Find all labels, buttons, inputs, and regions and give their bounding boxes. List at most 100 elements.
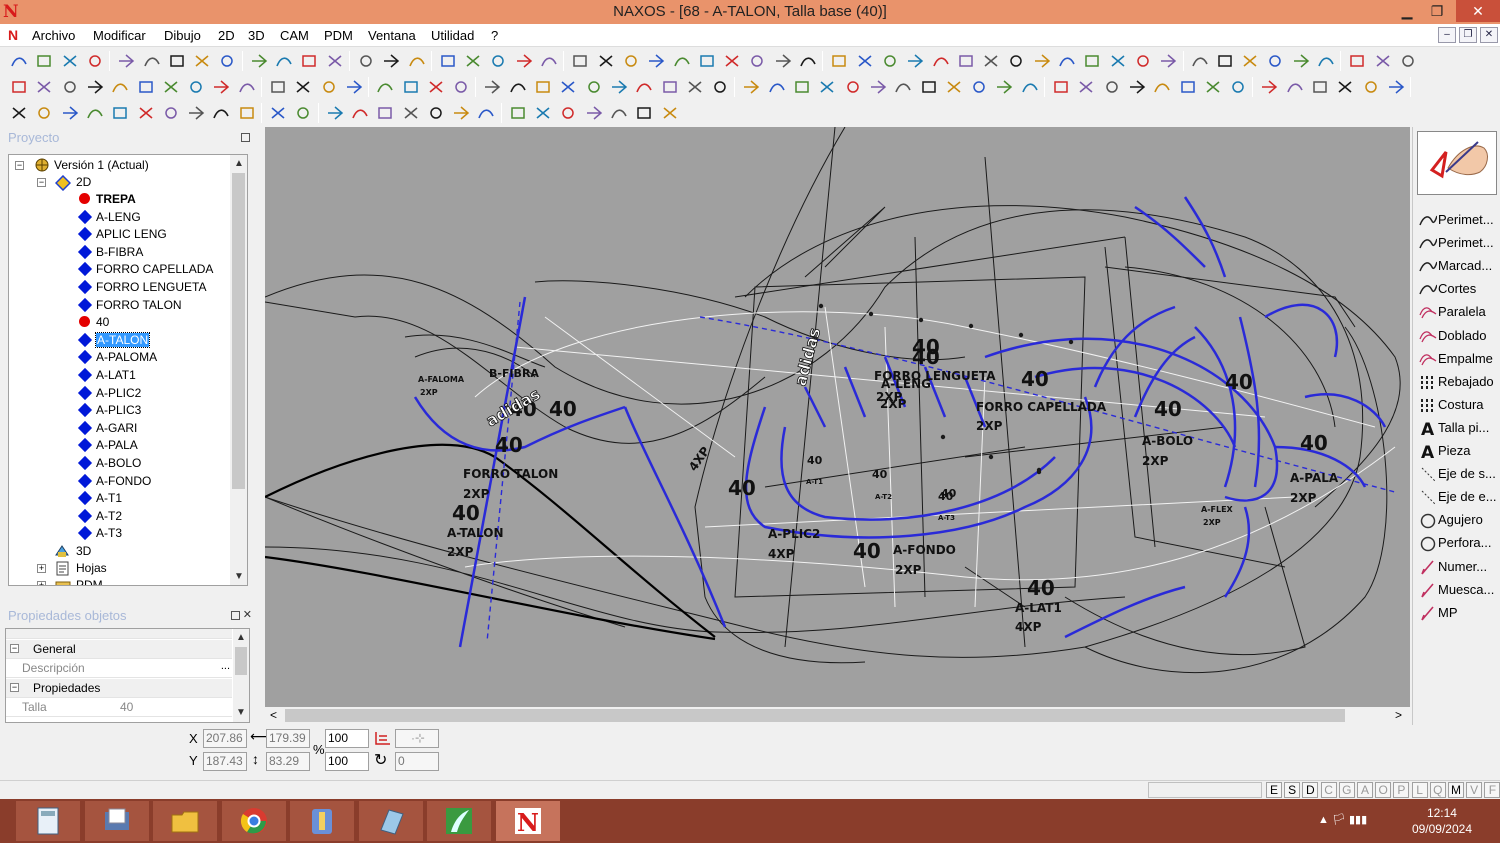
toolbar-tool-icon[interactable] — [86, 79, 104, 95]
toolbar-tool-icon[interactable] — [439, 53, 457, 69]
toolbar-tool-icon[interactable] — [294, 79, 312, 95]
toolbar-tool-icon[interactable] — [351, 105, 369, 121]
scale-y-field[interactable]: 100 — [325, 752, 369, 771]
toolbar-tool-icon[interactable] — [250, 53, 268, 69]
status-key-d[interactable]: D — [1302, 782, 1319, 798]
toolbar-tool-icon[interactable] — [10, 105, 28, 121]
tool-eje-de-s[interactable]: Eje de s... — [1417, 463, 1500, 485]
scroll-down-icon[interactable]: ▼ — [234, 571, 244, 582]
toolbar-tool-icon[interactable] — [1052, 79, 1070, 95]
toolbar-tool-icon[interactable] — [1191, 53, 1209, 69]
toolbar-tool-icon[interactable] — [218, 53, 236, 69]
toolbar-tool-icon[interactable] — [326, 105, 344, 121]
toolbar-tool-icon[interactable] — [269, 79, 287, 95]
toolbar-tool-icon[interactable] — [647, 53, 665, 69]
menu-modificar[interactable]: Modificar — [93, 28, 146, 43]
move-icon[interactable]: ·⊹ — [395, 729, 439, 748]
tool-muesca[interactable]: Muesca... — [1417, 579, 1500, 601]
collapse-icon[interactable]: − — [10, 644, 19, 653]
toolbar-tool-icon[interactable] — [162, 79, 180, 95]
toolbar-tool-icon[interactable] — [869, 79, 887, 95]
taskbar-button-naxos[interactable]: N — [495, 801, 560, 841]
status-key-f[interactable]: F — [1484, 782, 1500, 798]
toolbar-tool-icon[interactable] — [61, 79, 79, 95]
toolbar-tool-icon[interactable] — [238, 79, 256, 95]
toolbar-tool-icon[interactable] — [111, 105, 129, 121]
toolbar-tool-icon[interactable] — [212, 105, 230, 121]
menu-archivo[interactable]: Archivo — [32, 28, 75, 43]
status-key-g[interactable]: G — [1338, 782, 1355, 798]
menu-dibujo[interactable]: Dibujo — [164, 28, 201, 43]
props-scroll-thumb[interactable] — [235, 647, 247, 675]
toolbar-tool-icon[interactable] — [1348, 53, 1366, 69]
toolbar-tool-icon[interactable] — [793, 79, 811, 95]
taskbar-button-folder[interactable] — [153, 801, 217, 841]
status-key-c[interactable]: C — [1320, 782, 1337, 798]
menu-help[interactable]: ? — [491, 28, 498, 43]
drawing-canvas[interactable]: A-FALOMA 2XP B-FIBRA 40 40 40 FORRO TALON 2XP 40… — [265, 127, 1410, 707]
toolbar-tool-icon[interactable] — [1159, 53, 1177, 69]
toolbar-tool-icon[interactable] — [748, 53, 766, 69]
toolbar-tool-icon[interactable] — [137, 105, 155, 121]
toolbar-tool-icon[interactable] — [1317, 53, 1335, 69]
toolbar-tool-icon[interactable] — [193, 53, 211, 69]
toolbar-tool-icon[interactable] — [1241, 53, 1259, 69]
taskbar-button-notes[interactable] — [358, 801, 423, 841]
props-scrollbar[interactable]: ▲ ▼ — [233, 629, 249, 722]
collapse-icon[interactable]: − — [37, 178, 46, 187]
toolbar-tool-icon[interactable] — [1311, 79, 1329, 95]
toolbar-tool-icon[interactable] — [957, 53, 975, 69]
expand-icon[interactable]: + — [37, 581, 46, 585]
pin-icon[interactable] — [231, 611, 240, 620]
tool-marcad[interactable]: Marcad... — [1417, 255, 1500, 277]
toolbar-tool-icon[interactable] — [844, 79, 862, 95]
toolbar-tool-icon[interactable] — [326, 53, 344, 69]
menu-ventana[interactable]: Ventana — [368, 28, 416, 43]
toolbar-tool-icon[interactable] — [483, 79, 501, 95]
width-field[interactable]: 179.39 — [266, 729, 310, 748]
document-icon[interactable]: N — [8, 27, 18, 43]
taskbar-button-calculator[interactable] — [16, 801, 80, 841]
toolbar-tool-icon[interactable] — [534, 105, 552, 121]
toolbar-tool-icon[interactable] — [1179, 79, 1197, 95]
status-key-e[interactable]: E — [1266, 782, 1282, 798]
status-key-s[interactable]: S — [1284, 782, 1301, 798]
toolbar-tool-icon[interactable] — [597, 53, 615, 69]
toolbar-tool-icon[interactable] — [300, 53, 318, 69]
canvas-scroll-thumb[interactable] — [285, 709, 1345, 722]
scroll-up-icon[interactable]: ▲ — [236, 632, 246, 643]
toolbar-tool-icon[interactable] — [1374, 53, 1392, 69]
status-key-m[interactable]: M — [1448, 782, 1464, 798]
taskbar-button-leaf-app[interactable] — [427, 801, 491, 841]
toolbar-tool-icon[interactable] — [452, 105, 470, 121]
toolbar-tool-icon[interactable] — [427, 79, 445, 95]
toolbar-tool-icon[interactable] — [509, 79, 527, 95]
toolbar-tool-icon[interactable] — [35, 53, 53, 69]
mdi-minimize-button[interactable]: ‒ — [1438, 27, 1456, 43]
tool-numer[interactable]: Numer... — [1417, 556, 1500, 578]
tool-cortes[interactable]: Cortes — [1417, 278, 1500, 300]
props-row-talla[interactable]: Talla 40 — [6, 698, 232, 717]
toolbar-tool-icon[interactable] — [622, 53, 640, 69]
scale-x-field[interactable]: 100 — [325, 729, 369, 748]
toolbar-tool-icon[interactable] — [635, 79, 653, 95]
toolbar-tool-icon[interactable] — [673, 53, 691, 69]
expand-icon[interactable]: + — [37, 564, 46, 573]
menu-utilidad[interactable]: Utilidad — [431, 28, 474, 43]
toolbar-tool-icon[interactable] — [402, 105, 420, 121]
close-panel-icon[interactable]: ✕ — [243, 608, 252, 621]
toolbar-tool-icon[interactable] — [571, 53, 589, 69]
toolbar-tool-icon[interactable] — [1216, 53, 1234, 69]
toolbar-tool-icon[interactable] — [1109, 53, 1127, 69]
toolbar-tool-icon[interactable] — [920, 79, 938, 95]
toolbar-tool-icon[interactable] — [162, 105, 180, 121]
toolbar-tool-icon[interactable] — [945, 79, 963, 95]
toolbar-tool-icon[interactable] — [489, 53, 507, 69]
toolbar-tool-icon[interactable] — [35, 79, 53, 95]
toolbar-tool-icon[interactable] — [408, 53, 426, 69]
collapse-icon[interactable]: − — [15, 161, 24, 170]
toolbar-tool-icon[interactable] — [86, 105, 104, 121]
toolbar-tool-icon[interactable] — [1260, 79, 1278, 95]
height-field[interactable]: 83.29 — [266, 752, 310, 771]
toolbar-tool-icon[interactable] — [768, 79, 786, 95]
